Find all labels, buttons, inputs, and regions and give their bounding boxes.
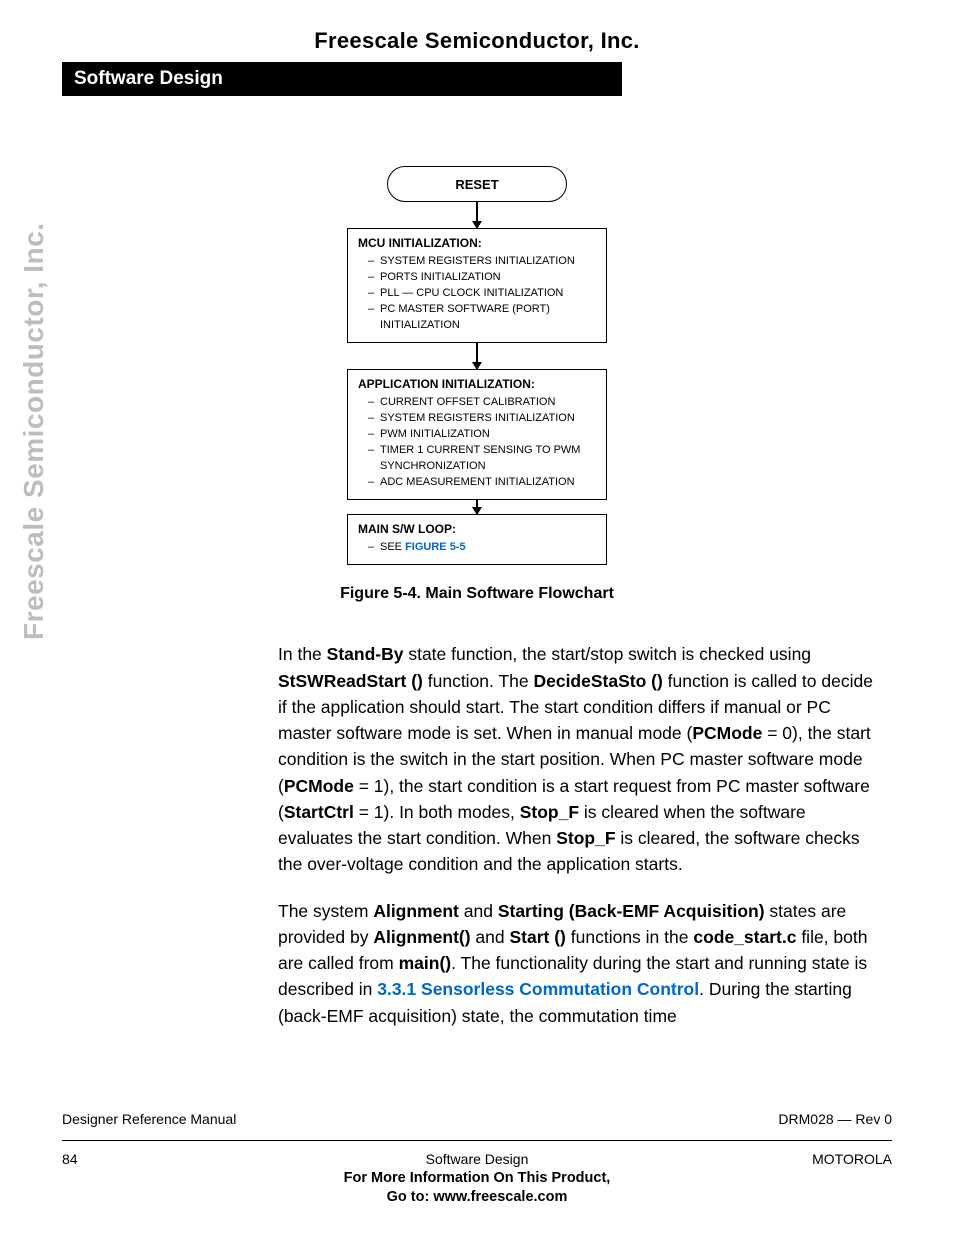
text: state function, the start/stop switch is… (403, 644, 811, 664)
footer-row-doc: Designer Reference Manual DRM028 — Rev 0 (62, 1105, 892, 1127)
flow-box-app-init: APPLICATION INITIALIZATION: CURRENT OFFS… (347, 369, 607, 500)
flow-box-title: APPLICATION INITIALIZATION: (358, 376, 598, 393)
func-alignment: Alignment() (373, 927, 470, 947)
var-pcmode: PCMode (692, 723, 762, 743)
flow-box-title: MAIN S/W LOOP: (358, 521, 598, 538)
footer-doc-rev: DRM028 — Rev 0 (778, 1111, 892, 1127)
flow-see: SEE (380, 541, 405, 553)
footer-bold-line2: Go to: www.freescale.com (387, 1189, 568, 1205)
flow-item: SYSTEM REGISTERS INITIALIZATION (368, 411, 598, 427)
section-link[interactable]: 3.3.1 Sensorless Commutation Control (377, 979, 699, 999)
func-main: main() (399, 953, 452, 973)
flow-item: PC MASTER SOFTWARE (PORT) INITIALIZATION (368, 302, 598, 334)
term-alignment: Alignment (373, 901, 459, 921)
section-title-bar: Software Design (62, 62, 622, 96)
text: and (471, 927, 510, 947)
text: = 1). In both modes, (354, 802, 520, 822)
flow-arrow-icon (476, 202, 478, 228)
text: and (459, 901, 498, 921)
footer-divider (62, 1140, 892, 1141)
var-startctrl: StartCtrl (284, 802, 354, 822)
flow-item: SYSTEM REGISTERS INITIALIZATION (368, 254, 598, 270)
func-decidestasto: DecideStaSto () (533, 671, 662, 691)
footer-more-info: For More Information On This Product, Go… (0, 1169, 954, 1207)
var-stopf: Stop_F (520, 802, 579, 822)
text: function. The (423, 671, 534, 691)
func-start: Start () (510, 927, 566, 947)
footer-doc-title: Designer Reference Manual (62, 1111, 236, 1127)
flow-box-title: MCU INITIALIZATION: (358, 235, 598, 252)
text: In the (278, 644, 327, 664)
flow-item: PWM INITIALIZATION (368, 427, 598, 443)
body-text: In the Stand-By state function, the star… (278, 641, 883, 1029)
flow-box-main-loop: MAIN S/W LOOP: SEE FIGURE 5-5 (347, 514, 607, 565)
flow-item: CURRENT OFFSET CALIBRATION (368, 395, 598, 411)
file-codestart: code_start.c (693, 927, 796, 947)
figure-caption: Figure 5-4. Main Software Flowchart (0, 585, 954, 603)
flow-item: PLL — CPU CLOCK INITIALIZATION (368, 286, 598, 302)
footer-row-page: 84 Software Design MOTOROLA (62, 1151, 892, 1167)
paragraph: In the Stand-By state function, the star… (278, 641, 883, 877)
var-stopf: Stop_F (556, 828, 615, 848)
flow-item: SEE FIGURE 5-5 (368, 540, 598, 556)
var-pcmode: PCMode (284, 776, 354, 796)
text: functions in the (566, 927, 693, 947)
side-watermark: Freescale Semiconductor, Inc. (18, 222, 50, 640)
term-starting: Starting (Back-EMF Acquisition) (498, 901, 765, 921)
figure-link[interactable]: FIGURE 5-5 (405, 541, 466, 553)
flow-arrow-icon (476, 343, 478, 369)
company-header: Freescale Semiconductor, Inc. (0, 0, 954, 54)
footer-bold-line1: For More Information On This Product, (344, 1170, 611, 1186)
flowchart: RESET MCU INITIALIZATION: SYSTEM REGISTE… (347, 166, 607, 565)
flow-terminal-reset: RESET (387, 166, 567, 202)
paragraph: The system Alignment and Starting (Back-… (278, 898, 883, 1029)
flow-item: PORTS INITIALIZATION (368, 270, 598, 286)
func-stswreadstart: StSWReadStart () (278, 671, 423, 691)
flow-item: ADC MEASUREMENT INITIALIZATION (368, 475, 598, 491)
flow-box-mcu-init: MCU INITIALIZATION: SYSTEM REGISTERS INI… (347, 228, 607, 343)
footer-section-name: Software Design (62, 1151, 892, 1167)
text: The system (278, 901, 373, 921)
term-standby: Stand-By (327, 644, 404, 664)
flow-arrow-icon (476, 500, 478, 514)
flow-item: TIMER 1 CURRENT SENSING TO PWM SYNCHRONI… (368, 443, 598, 475)
